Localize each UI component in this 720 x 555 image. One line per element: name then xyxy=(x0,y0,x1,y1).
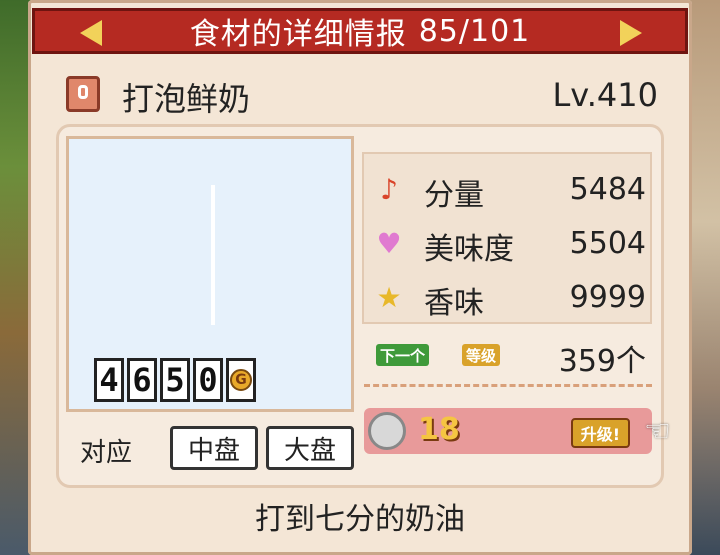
price-digit: 5 xyxy=(160,358,190,402)
stat-value: 5504 xyxy=(569,226,646,261)
star-icon: ★ xyxy=(376,280,402,314)
previous-arrow-icon[interactable] xyxy=(80,20,102,46)
item-header: 打泡鲜奶 Lv.410 xyxy=(62,68,662,120)
stat-row-aroma: ★ 香味 9999 xyxy=(364,272,654,322)
item-description: 打到七分的奶油 xyxy=(255,502,465,537)
next-level-count: 359个 xyxy=(558,344,646,379)
page-title: 食材的详细情报 xyxy=(189,17,407,52)
background-left xyxy=(0,0,30,555)
large-plate-button[interactable]: 大盘 xyxy=(266,426,354,470)
music-note-icon: ♪ xyxy=(380,172,398,206)
divider xyxy=(364,384,652,387)
item-counter: 85/101 xyxy=(418,13,531,49)
stat-row-amount: ♪ 分量 5484 xyxy=(364,164,654,214)
level-tag: 等级 xyxy=(462,344,501,366)
price-digit: 6 xyxy=(127,358,157,402)
stat-value: 9999 xyxy=(569,280,646,315)
title-bar: 食材的详细情报 85/101 xyxy=(32,8,688,54)
stat-label: 香味 xyxy=(424,286,484,321)
upgrade-button[interactable]: 升级! xyxy=(570,418,630,448)
item-level: Lv.410 xyxy=(552,76,658,114)
medium-plate-button[interactable]: 中盘 xyxy=(170,426,258,470)
stat-value: 5484 xyxy=(569,172,646,207)
upgrade-bar[interactable]: 18 升级! xyxy=(364,408,652,454)
next-arrow-icon[interactable] xyxy=(620,20,642,46)
pointing-hand-icon: ☜ xyxy=(644,414,671,449)
gold-coin-icon: G xyxy=(226,358,256,402)
price-digit: 0 xyxy=(193,358,223,402)
item-name: 打泡鲜奶 xyxy=(122,80,251,118)
next-tag: 下一个 xyxy=(376,344,430,366)
stats-panel: ♪ 分量 5484 ♥ 美味度 5504 ★ 香味 9999 xyxy=(362,152,652,324)
stat-label: 分量 xyxy=(424,178,484,213)
size-label: 对应 xyxy=(80,438,133,468)
preview-graphic xyxy=(211,185,215,325)
currency-symbol: G xyxy=(230,369,252,391)
stat-row-taste: ♥ 美味度 5504 xyxy=(364,218,654,268)
medal-icon xyxy=(368,412,406,450)
price-display: 4 6 5 0 G xyxy=(94,358,256,402)
price-digit: 4 xyxy=(94,358,124,402)
upgrade-cost: 18 xyxy=(418,412,460,447)
next-level-row: 下一个 等级 359个 xyxy=(372,336,652,380)
stat-label: 美味度 xyxy=(424,232,514,267)
heart-icon: ♥ xyxy=(376,226,402,260)
lock-icon xyxy=(66,76,100,112)
